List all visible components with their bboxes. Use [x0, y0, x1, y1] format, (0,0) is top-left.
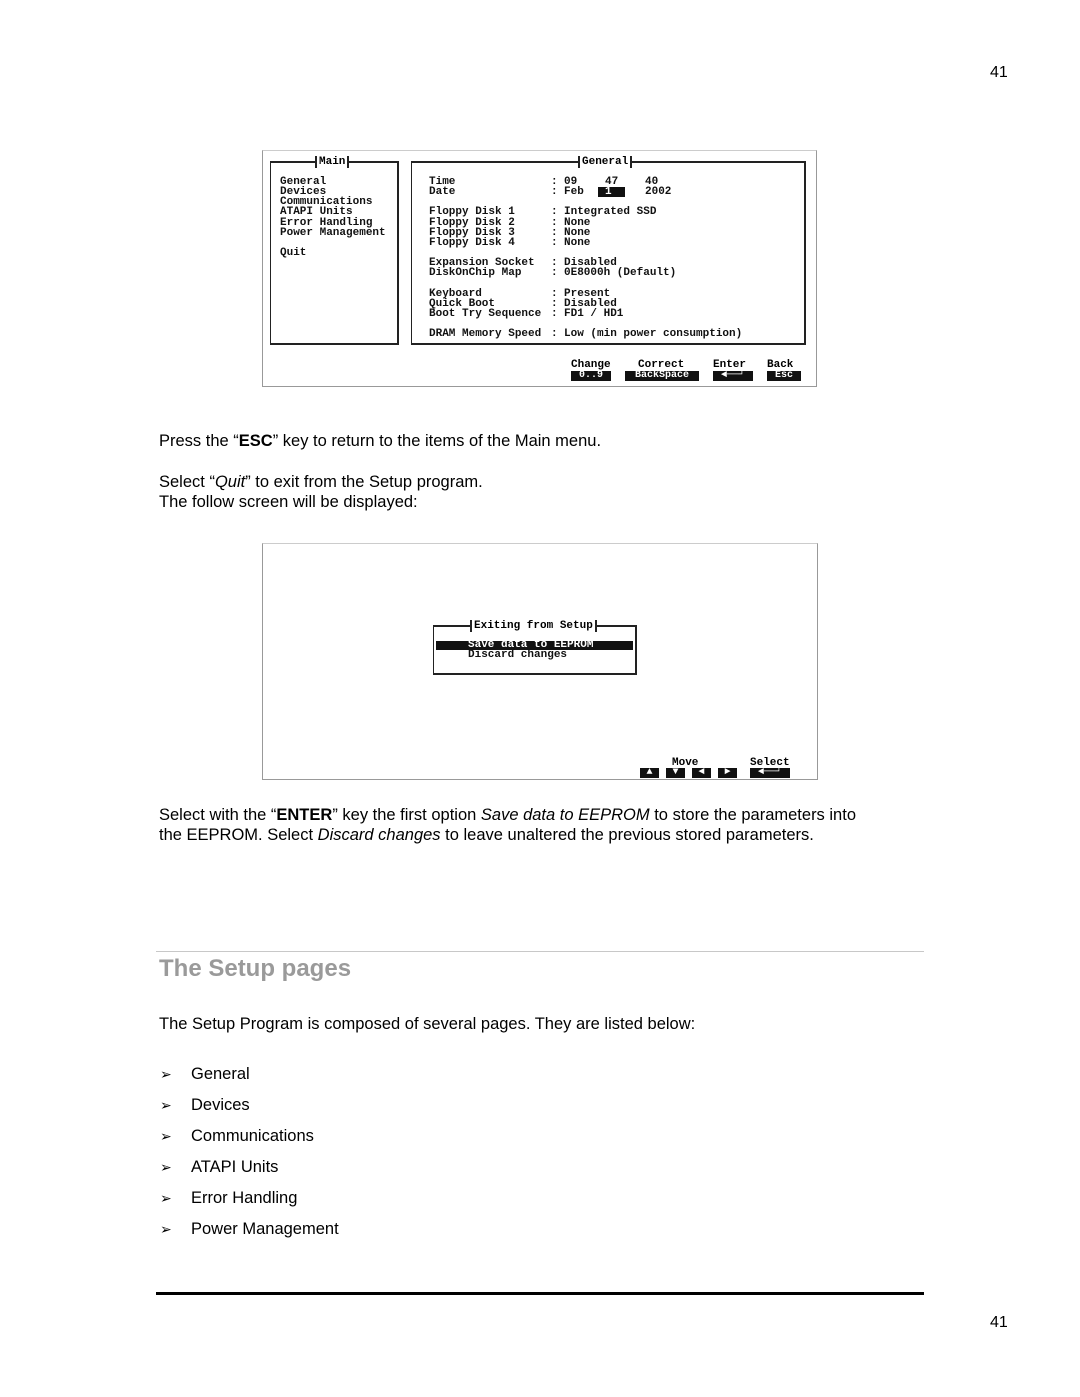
setting-value[interactable]: 1: [598, 187, 625, 198]
arrow-bullet-icon: ➢: [160, 1160, 172, 1176]
backspace-key: BackSpace: [625, 371, 699, 381]
arrow-bullet-icon: ➢: [160, 1098, 172, 1114]
setting-value[interactable]: Low (min power consumption): [564, 329, 742, 340]
enter-instruction-line1: Select with the “ENTER” key the first op…: [159, 806, 856, 824]
arrow-bullet-icon: ➢: [160, 1222, 172, 1238]
arrow-up-icon: ▲: [640, 768, 659, 778]
page-list-item: ➢ General: [160, 1065, 250, 1084]
follow-screen-text: The follow screen will be displayed:: [159, 493, 418, 511]
arrow-bullet-icon: ➢: [160, 1067, 172, 1083]
esc-instruction: Press the “ESC” key to return to the ite…: [159, 432, 602, 450]
separator: :: [551, 267, 558, 280]
setting-label: DRAM Memory Speed: [429, 328, 542, 341]
page-list-item: ➢ Power Management: [160, 1220, 339, 1239]
separator: :: [551, 236, 558, 249]
back-label: Back: [767, 359, 794, 371]
page-number-top: 41: [990, 64, 1008, 81]
setting-value[interactable]: FD1 / HD1: [564, 308, 623, 319]
arrow-right-icon: ►: [718, 768, 737, 778]
page-name: ATAPI Units: [191, 1158, 279, 1176]
page-name: Error Handling: [191, 1189, 298, 1207]
enter-key-icon: ◄──┘: [713, 371, 753, 381]
main-menu-item[interactable]: Quit: [280, 247, 386, 258]
footer-rule: [156, 1292, 924, 1295]
setting-label: Boot Try Sequence: [429, 307, 542, 320]
exit-dialog-title: Exiting from Setup: [470, 620, 597, 632]
main-menu-item[interactable]: Power Management: [280, 227, 386, 238]
enter-label: Enter: [713, 359, 747, 371]
section-title: The Setup pages: [159, 955, 352, 982]
quit-instruction: Select “Quit” to exit from the Setup pro…: [159, 473, 483, 491]
section-divider: [156, 951, 924, 952]
separator: :: [551, 328, 558, 341]
setting-label: Floppy Disk 4: [429, 236, 515, 249]
arrow-down-icon: ▼: [666, 768, 685, 778]
page-list-item: ➢ ATAPI Units: [160, 1158, 278, 1177]
setting-value[interactable]: 0E8000h (Default): [564, 268, 676, 279]
setting-value[interactable]: Feb: [564, 187, 584, 198]
correct-label: Correct: [638, 359, 685, 371]
enter-instruction-line2: the EEPROM. Select Discard changes to le…: [159, 826, 814, 844]
page-name: General: [191, 1065, 250, 1083]
setting-label: Date: [429, 186, 456, 199]
page-list-item: ➢ Error Handling: [160, 1189, 297, 1208]
setting-value[interactable]: 2002: [645, 187, 671, 198]
change-label: Change: [571, 359, 611, 371]
main-menu-title: Main: [315, 156, 350, 168]
general-title: General: [578, 156, 633, 168]
arrow-bullet-icon: ➢: [160, 1191, 172, 1207]
page-list-item: ➢ Communications: [160, 1127, 314, 1146]
page-name: Communications: [191, 1127, 314, 1145]
esc-key: Esc: [767, 371, 801, 381]
separator: :: [551, 186, 558, 199]
page-name: Devices: [191, 1096, 250, 1114]
page-number-bottom: 41: [990, 1314, 1008, 1331]
option-discard-changes[interactable]: Discard changes: [468, 650, 567, 661]
page-name: Power Management: [191, 1220, 339, 1238]
change-key: 0..9: [571, 371, 611, 381]
section-intro: The Setup Program is composed of several…: [159, 1015, 696, 1033]
setting-value[interactable]: None: [564, 237, 590, 248]
separator: :: [551, 307, 558, 320]
setting-label: DiskOnChip Map: [429, 267, 522, 280]
arrow-bullet-icon: ➢: [160, 1129, 172, 1145]
main-menu-list: General Devices Communications ATAPI Units E…: [280, 176, 386, 258]
select-enter-icon: ◄──┘: [750, 768, 790, 778]
page-list-item: ➢ Devices: [160, 1096, 250, 1115]
arrow-left-icon: ◄: [692, 768, 711, 778]
